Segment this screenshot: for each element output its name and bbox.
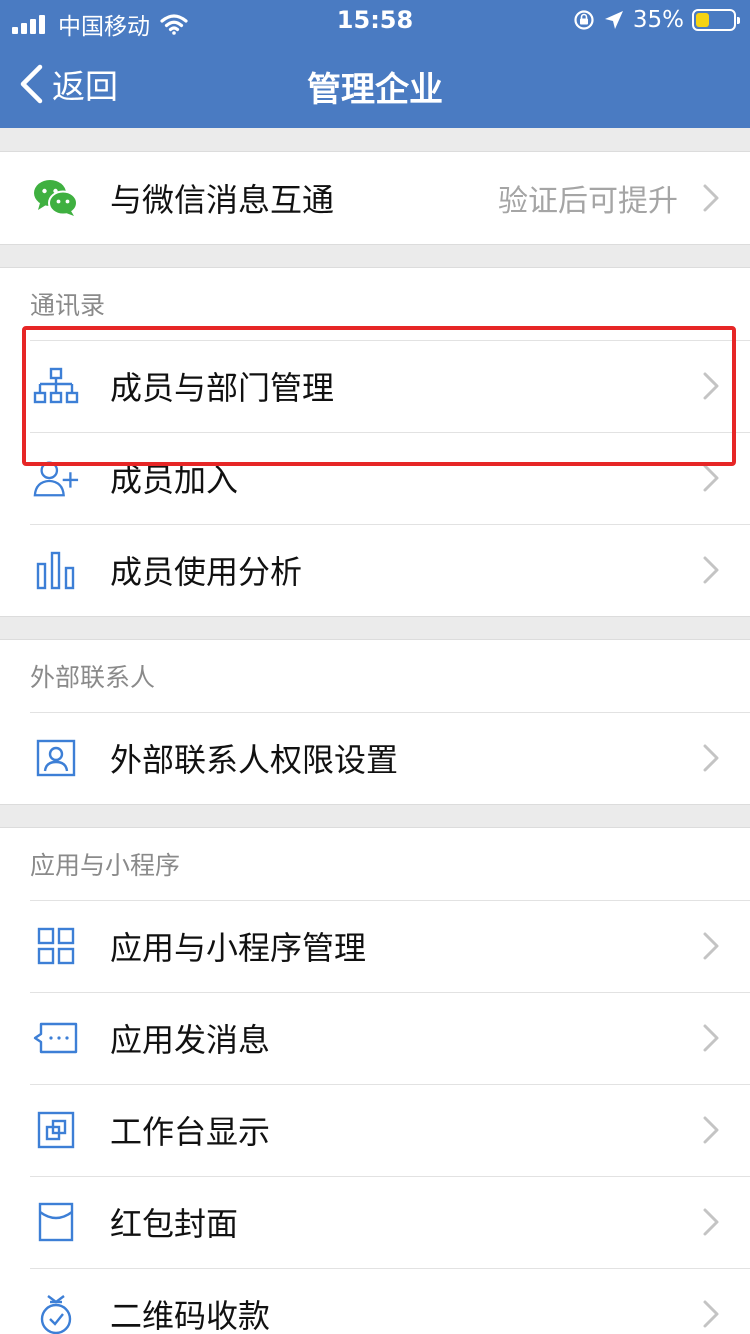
member-department-management-row[interactable]: 成员与部门管理 (0, 340, 750, 432)
section-header-contacts: 通讯录 (30, 291, 106, 320)
member-usage-analysis-row[interactable]: 成员使用分析 (0, 524, 750, 616)
chevron-right-icon (703, 184, 719, 212)
row-label: 工作台显示 (110, 1113, 271, 1151)
app-grid-icon (32, 922, 80, 970)
org-chart-icon (32, 362, 80, 410)
chevron-right-icon (703, 464, 719, 492)
chevron-right-icon (703, 372, 719, 400)
qr-code-payment-row[interactable]: 二维码收款 (0, 1268, 750, 1334)
red-envelope-cover-row[interactable]: 红包封面 (0, 1176, 750, 1268)
apps-group: 应用与小程序 应用与小程序管理 应用发消息 工作台显示 红包封面 二维码收款 (0, 827, 750, 1334)
chevron-right-icon (703, 1300, 719, 1328)
status-bar: 中国移动 15:58 35% (0, 0, 750, 42)
add-member-icon (32, 454, 80, 502)
app-management-row[interactable]: 应用与小程序管理 (0, 900, 750, 992)
location-arrow-icon (604, 11, 623, 29)
app-send-message-row[interactable]: 应用发消息 (0, 992, 750, 1084)
chevron-right-icon (703, 1024, 719, 1052)
row-label: 成员加入 (110, 461, 239, 499)
row-label: 红包封面 (110, 1205, 239, 1243)
navigation-bar: 中国移动 15:58 35% 返回 管理企业 (0, 0, 750, 128)
row-label: 外部联系人权限设置 (110, 741, 399, 779)
workbench-display-row[interactable]: 工作台显示 (0, 1084, 750, 1176)
chevron-right-icon (703, 556, 719, 584)
section-header-apps: 应用与小程序 (30, 851, 181, 880)
chevron-right-icon (703, 1116, 719, 1144)
chevron-right-icon (703, 744, 719, 772)
chevron-right-icon (703, 1208, 719, 1236)
verification-status: 验证后可提升 (498, 184, 678, 219)
row-label: 成员与部门管理 (110, 369, 335, 407)
rotation-lock-icon (574, 10, 594, 30)
member-join-row[interactable]: 成员加入 (0, 432, 750, 524)
wechat-interop-row[interactable]: 与微信消息互通 验证后可提升 (0, 152, 750, 244)
battery-icon (692, 9, 740, 31)
row-label: 应用与小程序管理 (110, 929, 367, 967)
section-header-external-contacts: 外部联系人 (30, 663, 156, 692)
external-contacts-group: 外部联系人 外部联系人权限设置 (0, 639, 750, 805)
row-label: 应用发消息 (110, 1021, 271, 1059)
workbench-icon (32, 1106, 80, 1154)
wechat-icon (32, 174, 80, 222)
row-label: 二维码收款 (110, 1297, 271, 1334)
contacts-group: 通讯录 成员与部门管理 成员加入 成员使用分析 (0, 267, 750, 617)
red-envelope-icon (32, 1198, 80, 1246)
row-label: 与微信消息互通 (110, 181, 335, 219)
bar-chart-icon (32, 546, 80, 594)
row-label: 成员使用分析 (110, 553, 303, 591)
chevron-right-icon (703, 932, 719, 960)
message-icon (32, 1014, 80, 1062)
page-title: 管理企业 (307, 70, 443, 110)
contact-card-icon (32, 734, 80, 782)
wechat-group: 与微信消息互通 验证后可提升 (0, 151, 750, 245)
battery-percentage: 35% (632, 7, 684, 33)
external-contact-permissions-row[interactable]: 外部联系人权限设置 (0, 712, 750, 804)
money-bag-icon (32, 1290, 80, 1334)
